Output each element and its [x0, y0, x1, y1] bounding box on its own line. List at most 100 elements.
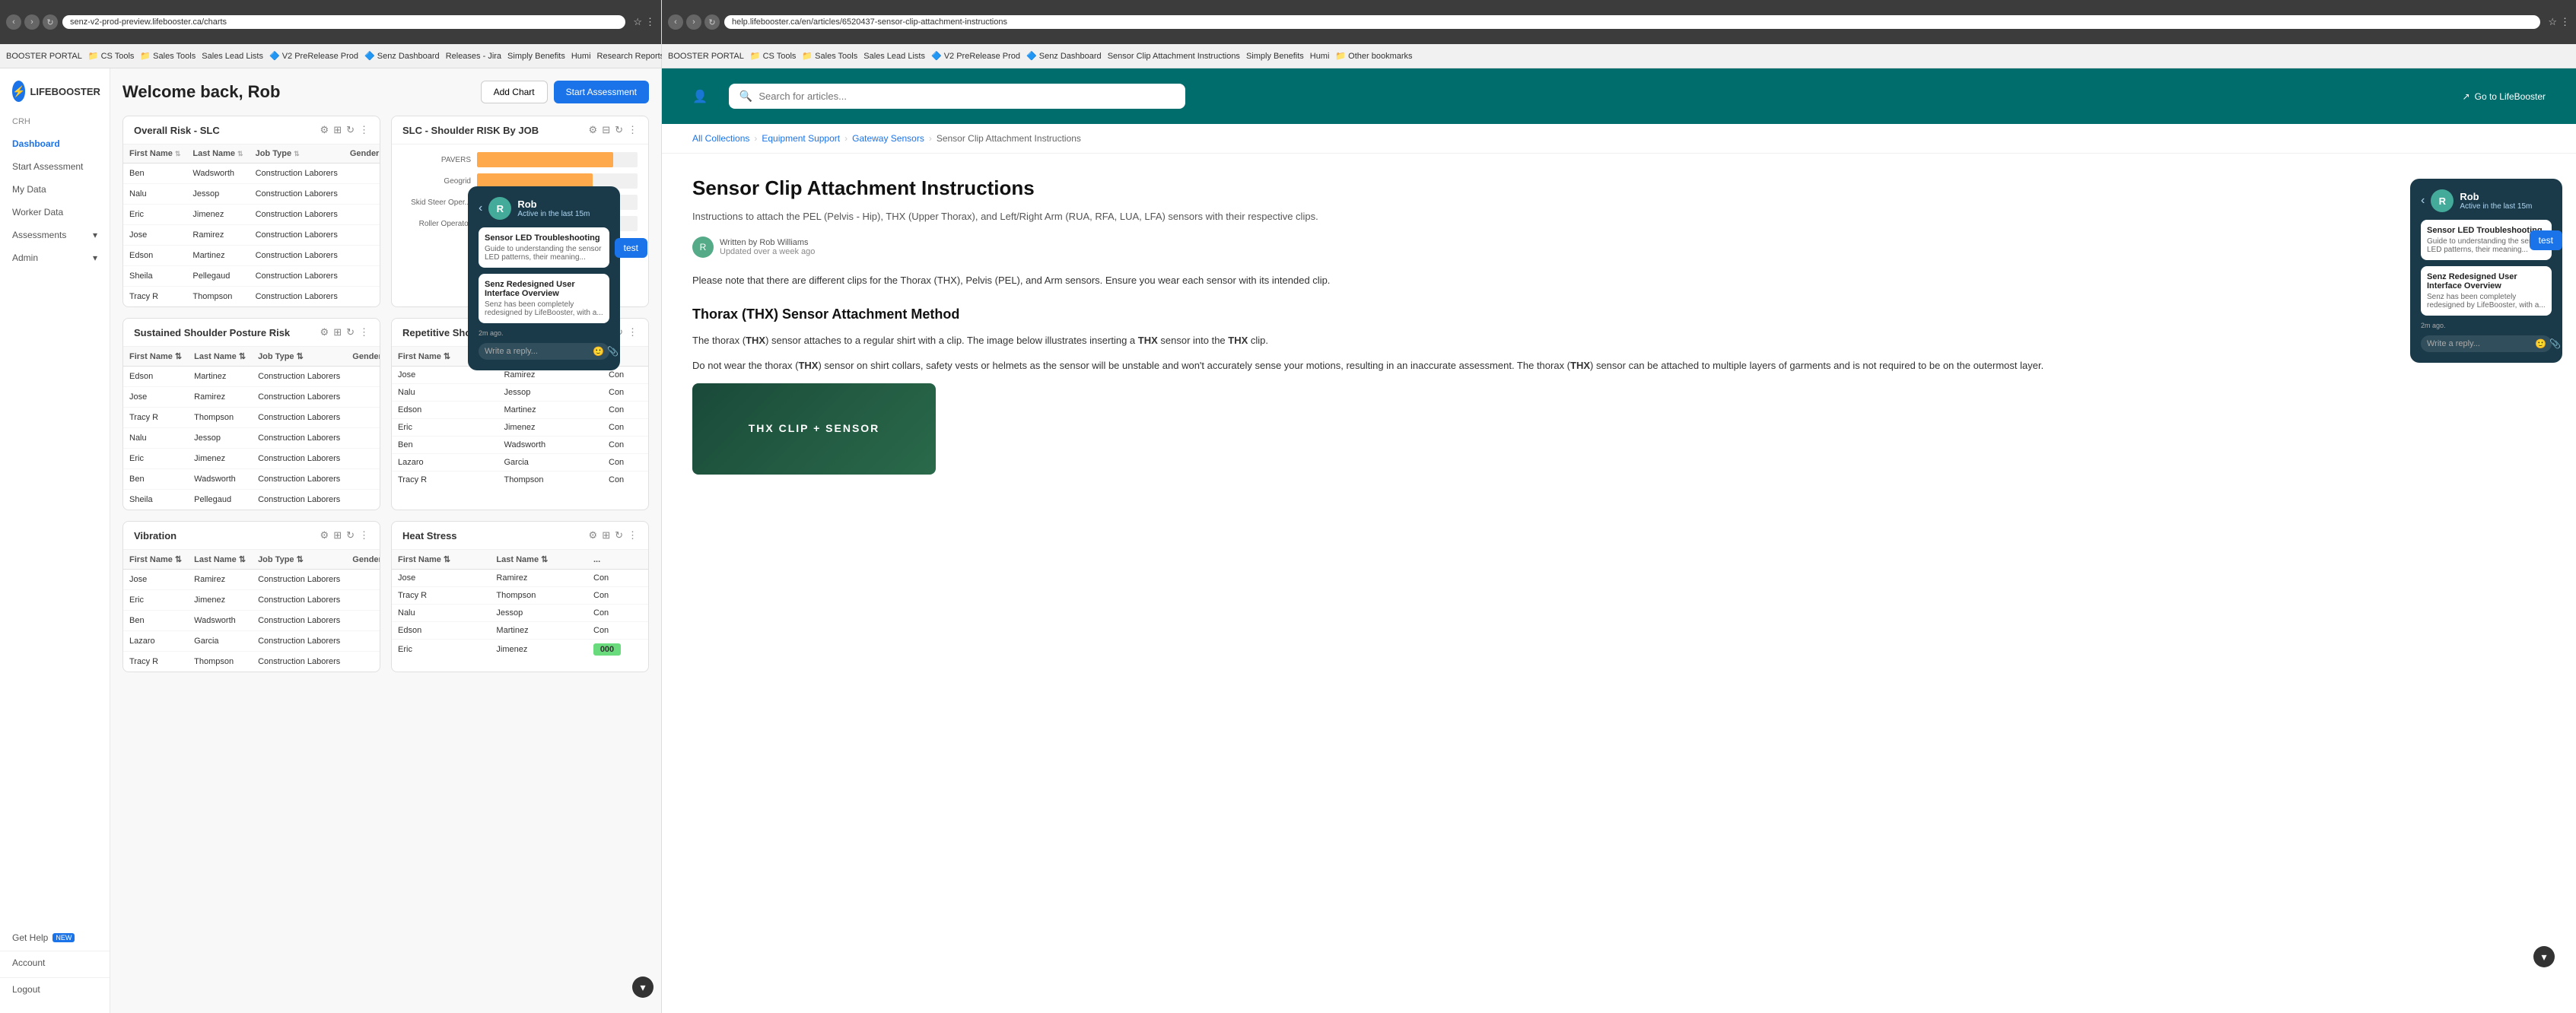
- bookmark-humi[interactable]: Humi: [571, 52, 591, 61]
- scroll-down-indicator-right[interactable]: ▾: [2533, 946, 2555, 967]
- scroll-down-indicator-left[interactable]: ▾: [632, 976, 654, 998]
- chat-input-area-right[interactable]: 🙂 📎: [2421, 335, 2552, 352]
- more-icon-4[interactable]: ⋮: [628, 326, 638, 338]
- add-chart-button[interactable]: Add Chart: [481, 81, 548, 103]
- emoji-icon[interactable]: 🙂: [593, 346, 604, 357]
- right-chat-nav-back[interactable]: ‹: [2421, 194, 2425, 208]
- chat-input-right[interactable]: [2427, 339, 2535, 348]
- back-btn-right[interactable]: ‹: [668, 14, 683, 30]
- col-gender[interactable]: Gender ⇅: [350, 149, 380, 158]
- settings-icon[interactable]: ⋮: [645, 16, 655, 28]
- bookmark-senz-r[interactable]: 🔷 Senz Dashboard: [1026, 51, 1102, 61]
- filter-icon-6[interactable]: ⚙: [589, 529, 598, 541]
- more-icon-3[interactable]: ⋮: [359, 326, 369, 338]
- sidebar-account[interactable]: Account: [0, 951, 110, 974]
- bookmark-sales-lead-r[interactable]: Sales Lead Lists: [863, 52, 925, 61]
- columns-icon[interactable]: ⊞: [333, 124, 342, 136]
- breadcrumb-all-collections[interactable]: All Collections: [692, 133, 749, 144]
- bookmark-other-r[interactable]: 📁 Other bookmarks: [1335, 51, 1412, 61]
- article-author: Written by Rob Williams: [720, 238, 815, 247]
- bookmark-releases-r[interactable]: Sensor Clip Attachment Instructions: [1108, 52, 1240, 61]
- collapse-icon[interactable]: ⊟: [602, 124, 610, 136]
- bookmark-star[interactable]: ☆: [633, 16, 642, 28]
- article-area: Sensor Clip Attachment Instructions Inst…: [662, 154, 2576, 1013]
- back-btn[interactable]: ‹: [6, 14, 21, 30]
- help-user-icon[interactable]: 👤: [692, 89, 708, 104]
- sidebar-logout[interactable]: Logout: [0, 977, 110, 1001]
- sidebar-item-dashboard[interactable]: Dashboard: [0, 132, 110, 155]
- bookmark-sales-lead[interactable]: Sales Lead Lists: [202, 52, 263, 61]
- address-bar-right[interactable]: help.lifebooster.ca/en/articles/6520437-…: [724, 15, 2540, 29]
- columns-icon-6[interactable]: ⊞: [602, 529, 610, 541]
- bookmark-research[interactable]: Research Reports: [597, 52, 665, 61]
- bookmark-booster-portal[interactable]: BOOSTER PORTAL: [6, 52, 82, 61]
- bookmark-cs-tools[interactable]: 📁 CS Tools: [88, 51, 135, 61]
- refresh-icon-2[interactable]: ↻: [615, 124, 623, 136]
- refresh-icon-3[interactable]: ↻: [346, 326, 355, 338]
- columns-icon-5[interactable]: ⊞: [333, 529, 342, 541]
- refresh-icon[interactable]: ↻: [346, 124, 355, 136]
- refresh-btn-right[interactable]: ↻: [704, 14, 720, 30]
- bookmark-humi-r[interactable]: Humi: [1310, 52, 1330, 61]
- bookmark-releases-jira[interactable]: Releases - Jira: [446, 52, 501, 61]
- bookmark-sales-tools[interactable]: 📁 Sales Tools: [140, 51, 196, 61]
- filter-icon-5[interactable]: ⚙: [320, 529, 329, 541]
- breadcrumb-equipment-support[interactable]: Equipment Support: [762, 133, 840, 144]
- more-icon-6[interactable]: ⋮: [628, 529, 638, 541]
- get-help[interactable]: Get Help NEW: [12, 928, 97, 948]
- sidebar-item-worker-data[interactable]: Worker Data: [0, 201, 110, 224]
- chat-card-led-left[interactable]: Sensor LED Troubleshooting Guide to unde…: [479, 227, 609, 268]
- more-icon-2[interactable]: ⋮: [628, 124, 638, 136]
- bookmark-v2-r[interactable]: 🔷 V2 PreRelease Prod: [931, 51, 1020, 61]
- test-button-left[interactable]: test: [615, 238, 647, 258]
- bookmark-sales-tools-r[interactable]: 📁 Sales Tools: [802, 51, 857, 61]
- bookmark-simply-r[interactable]: Simply Benefits: [1246, 52, 1304, 61]
- emoji-icon-right[interactable]: 🙂: [2535, 338, 2546, 349]
- chat-input-area-left[interactable]: 🙂 📎: [479, 343, 609, 360]
- chat-card-senz-right[interactable]: Senz Redesigned User Interface Overview …: [2421, 266, 2552, 316]
- chat-avatar-left: R: [488, 197, 511, 220]
- sidebar-item-start-assessment[interactable]: Start Assessment: [0, 155, 110, 178]
- chat-card-senz-left[interactable]: Senz Redesigned User Interface Overview …: [479, 274, 609, 323]
- filter-icon-3[interactable]: ⚙: [320, 326, 329, 338]
- bookmark-v2[interactable]: 🔷 V2 PreRelease Prod: [269, 51, 358, 61]
- attachment-icon[interactable]: 📎: [607, 346, 619, 357]
- sidebar-item-my-data[interactable]: My Data: [0, 178, 110, 201]
- table-row: EricJimenezCon: [392, 419, 648, 437]
- more-icon[interactable]: ⋮: [359, 124, 369, 136]
- breadcrumb-sep-1: ›: [754, 133, 757, 144]
- chat-user-name-right: Rob: [2460, 191, 2532, 202]
- settings-icon-right[interactable]: ⋮: [2560, 16, 2570, 28]
- help-search-container[interactable]: 🔍: [729, 84, 1185, 109]
- forward-btn-right[interactable]: ›: [686, 14, 701, 30]
- breadcrumb-gateway-sensors[interactable]: Gateway Sensors: [852, 133, 924, 144]
- filter-icon-2[interactable]: ⚙: [589, 124, 598, 136]
- help-search-input[interactable]: [758, 91, 1175, 102]
- col-job-type[interactable]: Job Type ⇅: [256, 149, 338, 158]
- article-section-1-heading: Thorax (THX) Sensor Attachment Method: [692, 303, 2546, 325]
- bookmark-star-right[interactable]: ☆: [2548, 16, 2557, 28]
- sidebar-item-assessments[interactable]: Assessments ▾: [0, 224, 110, 246]
- start-assessment-button[interactable]: Start Assessment: [554, 81, 649, 103]
- chat-input-icons-right: 🙂 📎: [2535, 338, 2561, 349]
- col-first-name[interactable]: First Name ⇅: [129, 149, 180, 158]
- bookmark-senz[interactable]: 🔷 Senz Dashboard: [364, 51, 440, 61]
- bookmark-cs-tools-r[interactable]: 📁 CS Tools: [750, 51, 797, 61]
- filter-icon[interactable]: ⚙: [320, 124, 329, 136]
- refresh-icon-5[interactable]: ↻: [346, 529, 355, 541]
- col-last-name[interactable]: Last Name ⇅: [192, 149, 243, 158]
- refresh-icon-6[interactable]: ↻: [615, 529, 623, 541]
- columns-icon-3[interactable]: ⊞: [333, 326, 342, 338]
- chat-input-left[interactable]: [485, 347, 593, 356]
- forward-btn[interactable]: ›: [24, 14, 40, 30]
- more-icon-5[interactable]: ⋮: [359, 529, 369, 541]
- attachment-icon-right[interactable]: 📎: [2549, 338, 2561, 349]
- left-chat-nav-back[interactable]: ‹: [479, 202, 482, 215]
- refresh-btn[interactable]: ↻: [43, 14, 58, 30]
- sidebar-item-admin[interactable]: Admin ▾: [0, 246, 110, 269]
- bookmark-simply-benefits[interactable]: Simply Benefits: [507, 52, 565, 61]
- test-button-right[interactable]: test: [2530, 230, 2562, 250]
- bookmark-booster-portal-r[interactable]: BOOSTER PORTAL: [668, 52, 744, 61]
- address-bar-left[interactable]: senz-v2-prod-preview.lifebooster.ca/char…: [62, 15, 625, 29]
- goto-lifebooster[interactable]: ↗ Go to LifeBooster: [2463, 91, 2546, 102]
